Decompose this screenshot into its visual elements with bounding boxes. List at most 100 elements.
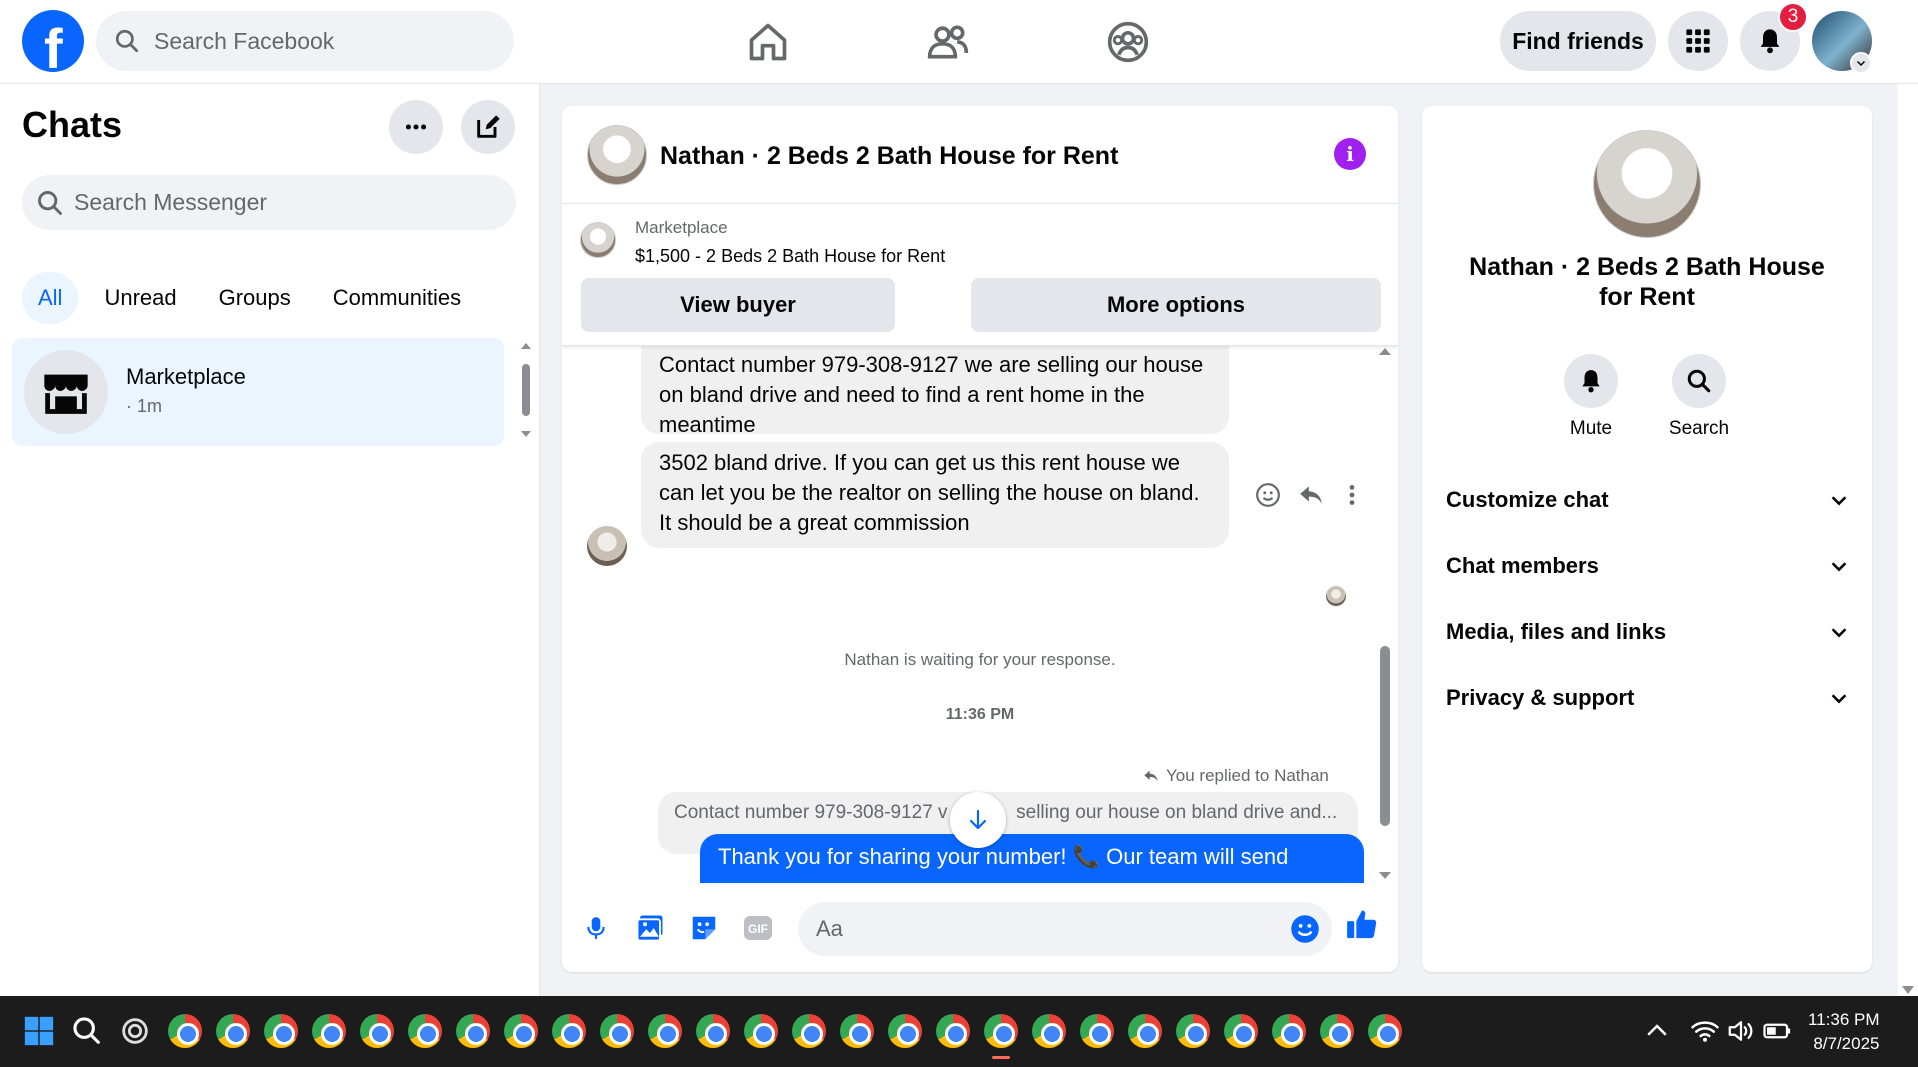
message-bubble[interactable]: Contact number 979-308-9127 we are selli… [641,346,1229,437]
chrome-taskbar-icon[interactable] [1032,1014,1066,1048]
chat-options-button[interactable] [389,100,443,154]
message-input[interactable]: Aa [798,902,1332,956]
copilot-icon[interactable] [118,1014,152,1048]
section-label: Customize chat [1446,487,1609,512]
chrome-taskbar-icon[interactable] [504,1014,538,1048]
notification-badge: 3 [1778,2,1808,32]
chrome-taskbar-icon[interactable] [552,1014,586,1048]
chat-list-item-marketplace[interactable]: Marketplace · 1m [12,338,504,446]
chrome-taskbar-icon[interactable] [696,1014,730,1048]
chevron-down-icon [1831,562,1847,572]
chrome-taskbar-icon[interactable] [792,1014,826,1048]
clock-date: 8/7/2025 [1813,1034,1880,1053]
messenger-search-input[interactable]: Search Messenger [22,175,516,230]
media-files-links-section[interactable]: Media, files and links [1446,604,1850,660]
sent-message-bubble[interactable]: Thank you for sharing your number! 📞 Our… [700,834,1364,883]
new-message-button[interactable] [461,100,515,154]
filter-all[interactable]: All [22,272,79,324]
chrome-taskbar-icon[interactable] [1272,1014,1306,1048]
search-icon [115,29,139,53]
home-icon[interactable] [746,20,790,64]
marketplace-label: Marketplace [635,218,728,237]
taskbar-search-icon[interactable] [70,1014,104,1048]
gif-button[interactable]: GIF [740,910,776,946]
reply-icon[interactable] [1297,482,1325,508]
microphone-icon [587,917,605,939]
bell-icon [1582,370,1600,393]
chats-panel: Chats Search Messenger All Unread Groups… [0,84,540,996]
sticker-icon [692,916,716,940]
chrome-taskbar-icon[interactable] [600,1014,634,1048]
privacy-support-section[interactable]: Privacy & support [1446,670,1850,726]
windows-start-icon[interactable] [22,1014,56,1048]
emoji-icon[interactable] [1290,914,1320,944]
chrome-taskbar-icon[interactable] [1080,1014,1114,1048]
info-icon[interactable]: i [1334,138,1366,170]
chat-members-section[interactable]: Chat members [1446,538,1850,594]
show-hidden-icons-chevron-up-icon[interactable] [1642,1014,1672,1048]
chevron-down-icon [1831,628,1847,638]
search-action[interactable]: Search [1664,354,1734,440]
volume-icon[interactable] [1726,1014,1756,1048]
chrome-taskbar-icon[interactable] [360,1014,394,1048]
chevron-down-icon [1831,496,1847,506]
more-options-button[interactable]: More options [971,278,1381,332]
voice-clip-button[interactable] [578,910,614,946]
chats-title: Chats [22,104,123,145]
mute-action[interactable]: Mute [1556,354,1626,440]
facebook-logo[interactable]: f [22,10,84,80]
page-scrollbar[interactable] [1898,84,1918,996]
details-avatar[interactable] [1593,130,1701,238]
chrome-taskbar-icon[interactable] [1128,1014,1162,1048]
filter-groups[interactable]: Groups [203,272,307,324]
find-friends-button[interactable]: Find friends [1500,11,1656,71]
active-window-indicator [992,1056,1010,1059]
react-emoji-icon[interactable] [1255,482,1281,508]
chrome-taskbar-icon[interactable] [744,1014,778,1048]
groups-icon[interactable] [1106,20,1150,64]
details-title: Nathan · 2 Beds 2 Bath House for Rent [1469,253,1825,311]
chrome-taskbar-icon[interactable] [1368,1014,1402,1048]
listing-title[interactable]: $1,500 - 2 Beds 2 Bath House for Rent [635,246,945,267]
chrome-taskbar-icon[interactable] [456,1014,490,1048]
chrome-taskbar-icon[interactable] [168,1014,202,1048]
scroll-to-bottom-button[interactable] [950,792,1006,848]
customize-chat-section[interactable]: Customize chat [1446,472,1850,528]
chrome-taskbar-icon[interactable] [1176,1014,1210,1048]
chrome-taskbar-icon[interactable] [1320,1014,1354,1048]
mute-button[interactable] [1564,354,1618,408]
chrome-taskbar-icon[interactable] [216,1014,250,1048]
more-vertical-icon[interactable] [1344,482,1360,508]
search-in-conversation-button[interactable] [1672,354,1726,408]
chrome-taskbar-icon[interactable] [1224,1014,1258,1048]
sender-avatar[interactable] [587,526,627,566]
wifi-icon[interactable] [1690,1014,1720,1048]
chrome-taskbar-icon[interactable] [408,1014,442,1048]
system-clock[interactable]: 11:36 PM 8/7/2025 [1808,1008,1880,1056]
facebook-search-input[interactable]: Search Facebook [96,11,514,71]
chrome-taskbar-icon[interactable] [264,1014,298,1048]
view-buyer-button[interactable]: View buyer [581,278,895,332]
attach-media-button[interactable] [632,910,668,946]
chrome-taskbar-icon[interactable] [936,1014,970,1048]
message-bubble[interactable]: 3502 bland drive. If you can get us this… [641,442,1229,548]
account-chevron-icon[interactable] [1850,52,1872,74]
conversation-avatar[interactable] [587,125,647,185]
friends-icon[interactable] [926,20,970,64]
chrome-taskbar-icon-active[interactable] [984,1014,1018,1048]
filter-communities[interactable]: Communities [317,272,477,324]
menu-button[interactable] [1668,11,1728,71]
filter-unread[interactable]: Unread [88,272,192,324]
chrome-taskbar-icon[interactable] [888,1014,922,1048]
sticker-button[interactable] [686,910,722,946]
chat-list-scrollbar[interactable] [520,342,532,438]
conversation-title[interactable]: Nathan · 2 Beds 2 Bath House for Rent [660,142,1118,171]
chrome-taskbar-icon[interactable] [312,1014,346,1048]
battery-icon[interactable] [1762,1014,1792,1048]
chrome-taskbar-icon[interactable] [840,1014,874,1048]
like-button[interactable] [1344,906,1380,942]
chat-filters: All Unread Groups Communities [22,272,477,324]
chat-name: Marketplace [126,364,246,389]
chrome-taskbar-icon[interactable] [648,1014,682,1048]
message-scrollbar[interactable] [1376,346,1394,883]
